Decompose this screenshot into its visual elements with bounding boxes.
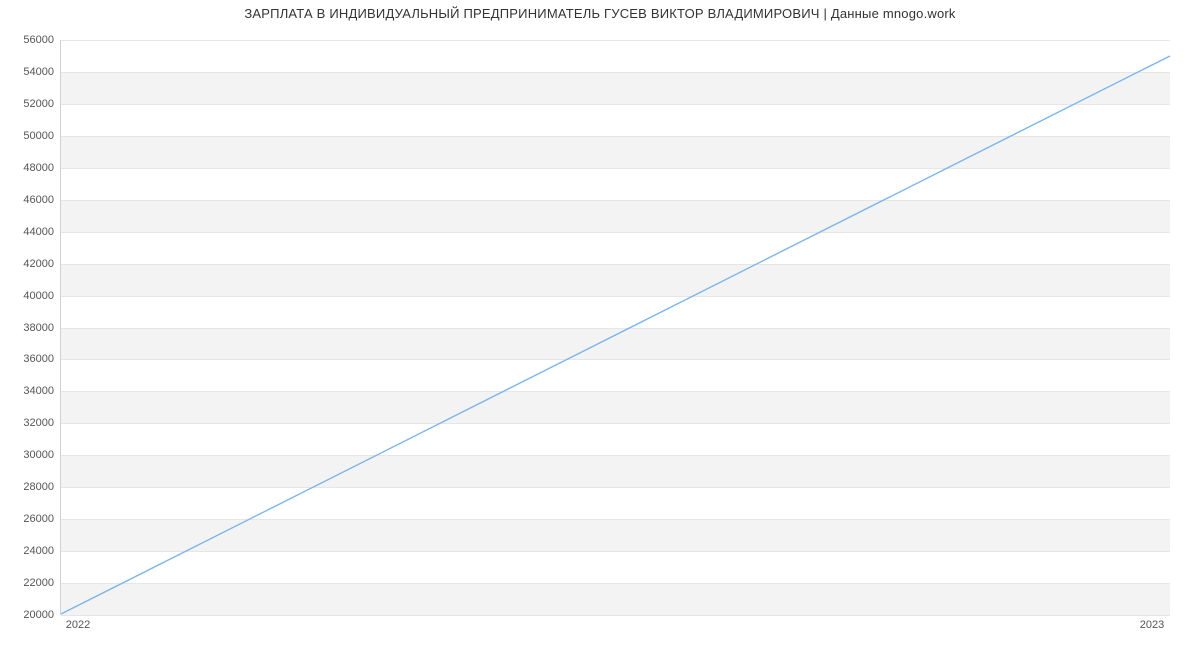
chart-title: ЗАРПЛАТА В ИНДИВИДУАЛЬНЫЙ ПРЕДПРИНИМАТЕЛ… xyxy=(0,6,1200,21)
gridline xyxy=(61,615,1170,616)
y-tick-label: 30000 xyxy=(4,449,54,461)
y-tick-label: 38000 xyxy=(4,322,54,334)
x-tick-label: 2023 xyxy=(1140,619,1164,631)
y-tick-label: 48000 xyxy=(4,162,54,174)
salary-line-chart: ЗАРПЛАТА В ИНДИВИДУАЛЬНЫЙ ПРЕДПРИНИМАТЕЛ… xyxy=(0,0,1200,650)
y-tick-label: 34000 xyxy=(4,385,54,397)
x-tick-label: 2022 xyxy=(66,619,90,631)
y-tick-label: 40000 xyxy=(4,290,54,302)
y-tick-label: 36000 xyxy=(4,353,54,365)
y-tick-label: 52000 xyxy=(4,98,54,110)
y-tick-label: 44000 xyxy=(4,226,54,238)
y-tick-label: 26000 xyxy=(4,513,54,525)
y-tick-label: 32000 xyxy=(4,417,54,429)
series-line xyxy=(61,56,1170,614)
y-tick-label: 24000 xyxy=(4,545,54,557)
y-tick-label: 22000 xyxy=(4,577,54,589)
plot-area xyxy=(60,40,1170,615)
y-tick-label: 56000 xyxy=(4,34,54,46)
y-tick-label: 28000 xyxy=(4,481,54,493)
y-tick-label: 42000 xyxy=(4,258,54,270)
y-tick-label: 20000 xyxy=(4,609,54,621)
y-tick-label: 54000 xyxy=(4,66,54,78)
y-tick-label: 46000 xyxy=(4,194,54,206)
series-layer xyxy=(61,40,1170,614)
y-tick-label: 50000 xyxy=(4,130,54,142)
